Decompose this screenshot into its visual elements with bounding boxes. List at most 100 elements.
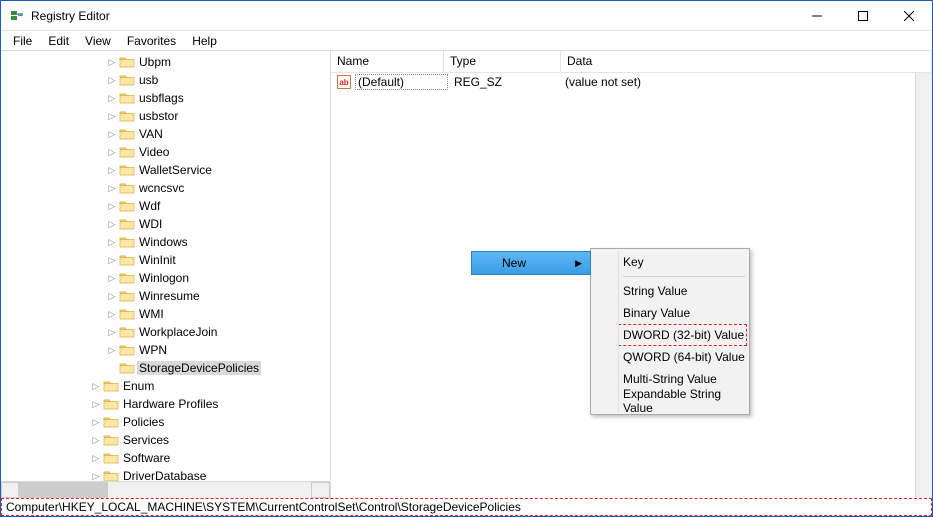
tree-item-label: WDI [137, 217, 164, 231]
folder-icon [103, 379, 119, 393]
expand-icon[interactable]: ▷ [89, 471, 103, 482]
tree-item[interactable]: ▷ usbflags [5, 89, 330, 107]
folder-icon [119, 199, 135, 213]
menu-bar: File Edit View Favorites Help [1, 31, 932, 51]
tree-item[interactable]: ▷WorkplaceJoin [5, 323, 330, 341]
expand-icon[interactable]: ▷ [105, 111, 119, 122]
tree-item-label: Ubpm [137, 55, 173, 69]
expand-icon[interactable]: ▷ [105, 309, 119, 320]
tree-item[interactable]: ▷VAN [5, 125, 330, 143]
expand-icon[interactable]: ▷ [105, 183, 119, 194]
expand-icon[interactable]: ▷ [105, 93, 119, 104]
tree-view[interactable]: ▷Ubpm▷usb▷usbflags▷usbstor▷VAN▷Video▷Wal… [1, 51, 330, 481]
folder-icon [119, 109, 135, 123]
tree-item-label: Hardware Profiles [121, 397, 220, 411]
tree-item[interactable]: ▷ Services [5, 431, 330, 449]
expand-icon[interactable]: ▷ [89, 381, 103, 392]
tree-item[interactable]: StorageDevicePolicies [5, 359, 330, 377]
app-icon [9, 8, 25, 24]
expand-icon[interactable]: ▷ [105, 327, 119, 338]
tree-item[interactable]: ▷Winresume [5, 287, 330, 305]
folder-icon [119, 127, 135, 141]
values-header: Name Type Data [331, 51, 932, 73]
content-area: ▷Ubpm▷usb▷usbflags▷usbstor▷VAN▷Video▷Wal… [1, 51, 932, 498]
expand-icon[interactable]: ▷ [105, 147, 119, 158]
tree-item[interactable]: ▷ usbstor [5, 107, 330, 125]
value-row[interactable]: ab (Default) REG_SZ (value not set) [331, 73, 932, 91]
tree-item[interactable]: ▷Policies [5, 413, 330, 431]
tree-item[interactable]: ▷WPN [5, 341, 330, 359]
folder-icon [119, 55, 135, 69]
expand-icon[interactable]: ▷ [105, 291, 119, 302]
context-submenu: Key String Value Binary Value DWORD (32-… [590, 248, 750, 415]
column-type[interactable]: Type [444, 51, 561, 72]
tree-item[interactable]: ▷ Hardware Profiles [5, 395, 330, 413]
column-data[interactable]: Data [561, 51, 932, 72]
tree-horizontal-scrollbar[interactable] [1, 481, 330, 498]
maximize-button[interactable] [840, 1, 886, 31]
folder-icon [119, 343, 135, 357]
tree-item-label: usb [137, 73, 160, 87]
tree-item-label: StorageDevicePolicies [137, 361, 261, 375]
tree-item[interactable]: ▷ WDI [5, 215, 330, 233]
expand-icon[interactable]: ▷ [105, 57, 119, 68]
tree-item[interactable]: ▷Windows [5, 233, 330, 251]
folder-icon [119, 163, 135, 177]
menu-view[interactable]: View [77, 32, 119, 50]
folder-icon [103, 451, 119, 465]
value-data: (value not set) [565, 75, 932, 89]
tree-item[interactable]: ▷ wcncsvc [5, 179, 330, 197]
folder-icon [119, 73, 135, 87]
menu-file[interactable]: File [5, 32, 40, 50]
tree-item-label: Services [121, 433, 171, 447]
tree-item[interactable]: ▷WinInit [5, 251, 330, 269]
close-button[interactable] [886, 1, 932, 31]
tree-item-label: usbstor [137, 109, 180, 123]
expand-icon[interactable]: ▷ [105, 129, 119, 140]
folder-icon [119, 91, 135, 105]
menu-help[interactable]: Help [184, 32, 225, 50]
string-value-icon: ab [337, 75, 351, 89]
value-name: (Default) [355, 74, 448, 90]
menu-edit[interactable]: Edit [40, 32, 77, 50]
tree-item[interactable]: ▷WalletService [5, 161, 330, 179]
tree-item[interactable]: ▷Enum [5, 377, 330, 395]
title-bar: Registry Editor [1, 1, 932, 31]
tree-item-label: usbflags [137, 91, 186, 105]
folder-icon [119, 253, 135, 267]
expand-icon[interactable]: ▷ [105, 75, 119, 86]
tree-item[interactable]: ▷ usb [5, 71, 330, 89]
context-menu-new[interactable]: New ▶ [471, 251, 591, 275]
folder-icon [119, 325, 135, 339]
tree-item[interactable]: ▷Wdf [5, 197, 330, 215]
expand-icon[interactable]: ▷ [89, 417, 103, 428]
expand-icon[interactable]: ▷ [89, 453, 103, 464]
expand-icon[interactable]: ▷ [105, 219, 119, 230]
values-vertical-scrollbar[interactable] [915, 73, 932, 498]
expand-icon[interactable]: ▷ [105, 237, 119, 248]
column-name[interactable]: Name [331, 51, 444, 72]
tree-item-label: wcncsvc [137, 181, 186, 195]
tree-item-label: Video [137, 145, 171, 159]
expand-icon[interactable]: ▷ [105, 165, 119, 176]
expand-icon[interactable]: ▷ [105, 255, 119, 266]
folder-icon [103, 469, 119, 481]
tree-item[interactable]: ▷DriverDatabase [5, 467, 330, 481]
menu-favorites[interactable]: Favorites [119, 32, 184, 50]
expand-icon[interactable]: ▷ [105, 273, 119, 284]
tree-item[interactable]: ▷ Video [5, 143, 330, 161]
expand-icon[interactable]: ▷ [89, 435, 103, 446]
minimize-button[interactable] [794, 1, 840, 31]
submenu-arrow-icon: ▶ [575, 258, 590, 269]
tree-item[interactable]: ▷WMI [5, 305, 330, 323]
folder-icon [119, 217, 135, 231]
tree-item[interactable]: ▷ Ubpm [5, 53, 330, 71]
expand-icon[interactable]: ▷ [89, 399, 103, 410]
folder-icon [103, 433, 119, 447]
window-title: Registry Editor [31, 9, 794, 23]
expand-icon[interactable]: ▷ [105, 345, 119, 356]
tree-item[interactable]: ▷Winlogon [5, 269, 330, 287]
tree-item[interactable]: ▷Software [5, 449, 330, 467]
folder-icon [103, 415, 119, 429]
expand-icon[interactable]: ▷ [105, 201, 119, 212]
